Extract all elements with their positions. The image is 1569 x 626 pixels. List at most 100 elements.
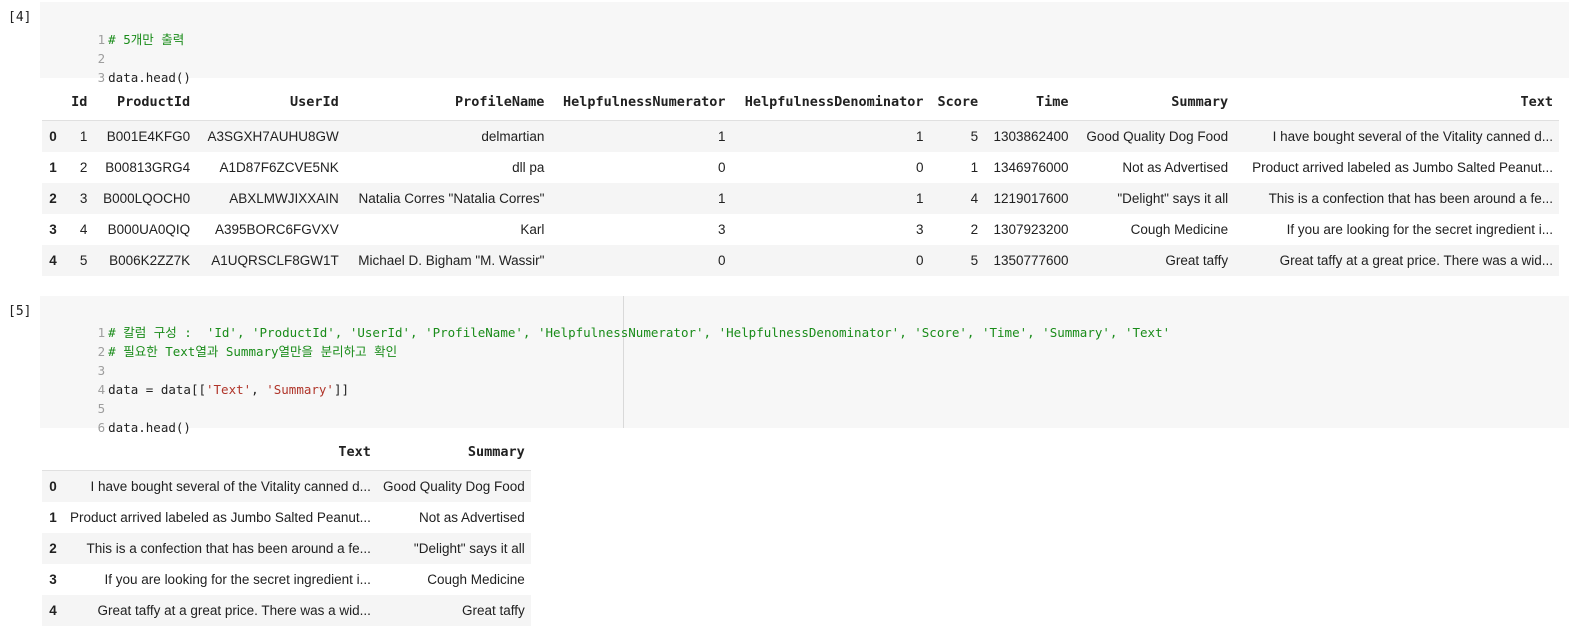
row-index: 2 xyxy=(49,541,57,556)
row-index: 4 xyxy=(49,603,57,618)
code-line: 3 data.head() xyxy=(40,49,191,85)
column-header: HelpfulnessDenominator xyxy=(731,84,930,121)
table-cell: 0 xyxy=(916,160,924,175)
table-cell: Good Quality Dog Food xyxy=(382,479,525,494)
code-text: data.head() xyxy=(108,420,191,435)
table-row: 1 Product arrived labeled as Jumbo Salted… xyxy=(42,502,531,533)
code-comment: # 5개만 출력 xyxy=(108,32,185,47)
row-index: 3 xyxy=(49,572,57,587)
row-index: 1 xyxy=(49,510,57,525)
table-cell: "Delight" says it all xyxy=(413,541,525,556)
table-row: 3 If you are looking for the secret ingre… xyxy=(42,564,531,595)
table-row: 0 1 B001E4KFG0 A3SGXH7AUHU8GW delmartian 1 1 5 1… xyxy=(42,120,1559,152)
table-cell: Not as Advertised xyxy=(1122,160,1229,175)
column-header: Id xyxy=(64,84,94,121)
table-header-row: Id ProductId UserId ProfileName Helpfuln… xyxy=(42,84,1559,121)
row-index: 0 xyxy=(49,129,57,144)
table-row: 2 3 B000LQOCH0 ABXLMWJIXXAIN Natalia Corres … xyxy=(42,183,1559,214)
table-cell: 1346976000 xyxy=(993,160,1069,175)
table-cell: 3 xyxy=(916,222,924,237)
code-text: ]] xyxy=(333,382,350,397)
table-cell: Product arrived labeled as Jumbo Salted … xyxy=(70,510,371,525)
table-cell: This is a confection that has been aroun… xyxy=(86,541,371,556)
row-index: 0 xyxy=(49,479,57,494)
code-line: 3 xyxy=(40,342,108,378)
table-cell: 4 xyxy=(79,222,88,237)
code-text: data = data[[ xyxy=(108,382,206,397)
code-editor[interactable]: 1 # 칼럼 구성 : 'Id', 'ProductId', 'UserId', … xyxy=(40,296,1569,435)
code-cell-4[interactable]: [4] 1 # 5개만 출력 2 3 data.head() xyxy=(0,0,1569,85)
code-line: 2 xyxy=(40,30,108,66)
output-dataframe-5: Text Summary 0 I have bought several of t… xyxy=(42,434,531,626)
row-index: 2 xyxy=(49,191,57,206)
table-cell: 3 xyxy=(718,222,726,237)
table-cell: Michael D. Bigham "M. Wassir" xyxy=(358,253,545,268)
table-cell: 1350777600 xyxy=(993,253,1069,268)
table-cell: Product arrived labeled as Jumbo Salted … xyxy=(1252,160,1553,175)
table-cell: I have bought several of the Vitality ca… xyxy=(90,479,371,494)
code-comment: # 필요한 Text열과 Summary열만을 분리하고 확인 xyxy=(108,344,398,359)
table-cell: 5 xyxy=(970,253,979,268)
table-cell: B001E4KFG0 xyxy=(106,129,191,144)
table-cell: Great taffy at a great price. There was … xyxy=(97,603,371,618)
table-cell: This is a confection that has been aroun… xyxy=(1268,191,1553,206)
column-header: ProductId xyxy=(93,84,197,121)
table-cell: Good Quality Dog Food xyxy=(1086,129,1229,144)
table-cell: Great taffy at a great price. There was … xyxy=(1279,253,1553,268)
table-cell: If you are looking for the secret ingred… xyxy=(104,572,371,587)
column-header: Summary xyxy=(376,434,531,471)
table-cell: Great taffy xyxy=(462,603,525,618)
table-cell: 5 xyxy=(79,253,88,268)
table-row: 4 Great taffy at a great price. There was… xyxy=(42,595,531,626)
table-cell: 1307923200 xyxy=(993,222,1069,237)
code-text: data.head() xyxy=(108,70,191,85)
table-cell: 1 xyxy=(916,129,924,144)
code-text: , xyxy=(251,382,267,397)
table-cell: If you are looking for the secret ingred… xyxy=(1286,222,1553,237)
code-cell-5[interactable]: [5] 1 # 칼럼 구성 : 'Id', 'ProductId', 'UserI… xyxy=(0,294,1569,435)
table-cell: dll pa xyxy=(512,160,545,175)
table-cell: B000UA0QIQ xyxy=(107,222,191,237)
table-row: 0 I have bought several of the Vitality c… xyxy=(42,470,531,502)
table-cell: 2 xyxy=(970,222,979,237)
code-line: 4 data = data[['Text', 'Summary']] xyxy=(40,361,349,397)
table-cell: Great taffy xyxy=(1165,253,1229,268)
table-cell: A395BORC6FGVXV xyxy=(215,222,339,237)
table-cell: 4 xyxy=(970,191,979,206)
table-cell: Cough Medicine xyxy=(427,572,525,587)
table-cell: 1 xyxy=(718,191,726,206)
code-line: 2 # 필요한 Text열과 Summary열만을 분리하고 확인 xyxy=(40,323,397,359)
column-header: Text xyxy=(64,434,377,471)
table-cell: 1 xyxy=(916,191,924,206)
row-index: 4 xyxy=(49,253,57,268)
code-editor[interactable]: 1 # 5개만 출력 2 3 data.head() xyxy=(40,2,1569,85)
code-line: 1 # 칼럼 구성 : 'Id', 'ProductId', 'UserId', … xyxy=(40,304,1171,340)
table-cell: A3SGXH7AUHU8GW xyxy=(207,129,339,144)
table-cell: 1219017600 xyxy=(993,191,1069,206)
column-header xyxy=(42,434,64,471)
execution-count: [4] xyxy=(8,10,32,25)
code-line: 6 data.head() xyxy=(40,399,191,435)
table-header-row: Text Summary xyxy=(42,434,531,471)
table-cell: B006K2ZZ7K xyxy=(109,253,191,268)
table-cell: Karl xyxy=(520,222,545,237)
table-cell: 1 xyxy=(79,129,88,144)
table-cell: "Delight" says it all xyxy=(1117,191,1229,206)
column-header: Summary xyxy=(1074,84,1235,121)
table-cell: ABXLMWJIXXAIN xyxy=(229,191,339,206)
table-cell: 1303862400 xyxy=(993,129,1069,144)
column-header: ProfileName xyxy=(344,84,551,121)
table-cell: delmartian xyxy=(481,129,545,144)
column-header: Text xyxy=(1234,84,1559,121)
table-cell: I have bought several of the Vitality ca… xyxy=(1272,129,1553,144)
table-cell: 0 xyxy=(718,253,726,268)
table-cell: 1 xyxy=(718,129,726,144)
code-string: 'Summary' xyxy=(266,382,334,397)
row-index: 3 xyxy=(49,222,57,237)
table-cell: 0 xyxy=(718,160,726,175)
column-header: Time xyxy=(984,84,1075,121)
table-cell: 0 xyxy=(916,253,924,268)
table-cell: B00813GRG4 xyxy=(105,160,191,175)
table-cell: Cough Medicine xyxy=(1130,222,1229,237)
code-line: 1 # 5개만 출력 xyxy=(40,11,185,47)
